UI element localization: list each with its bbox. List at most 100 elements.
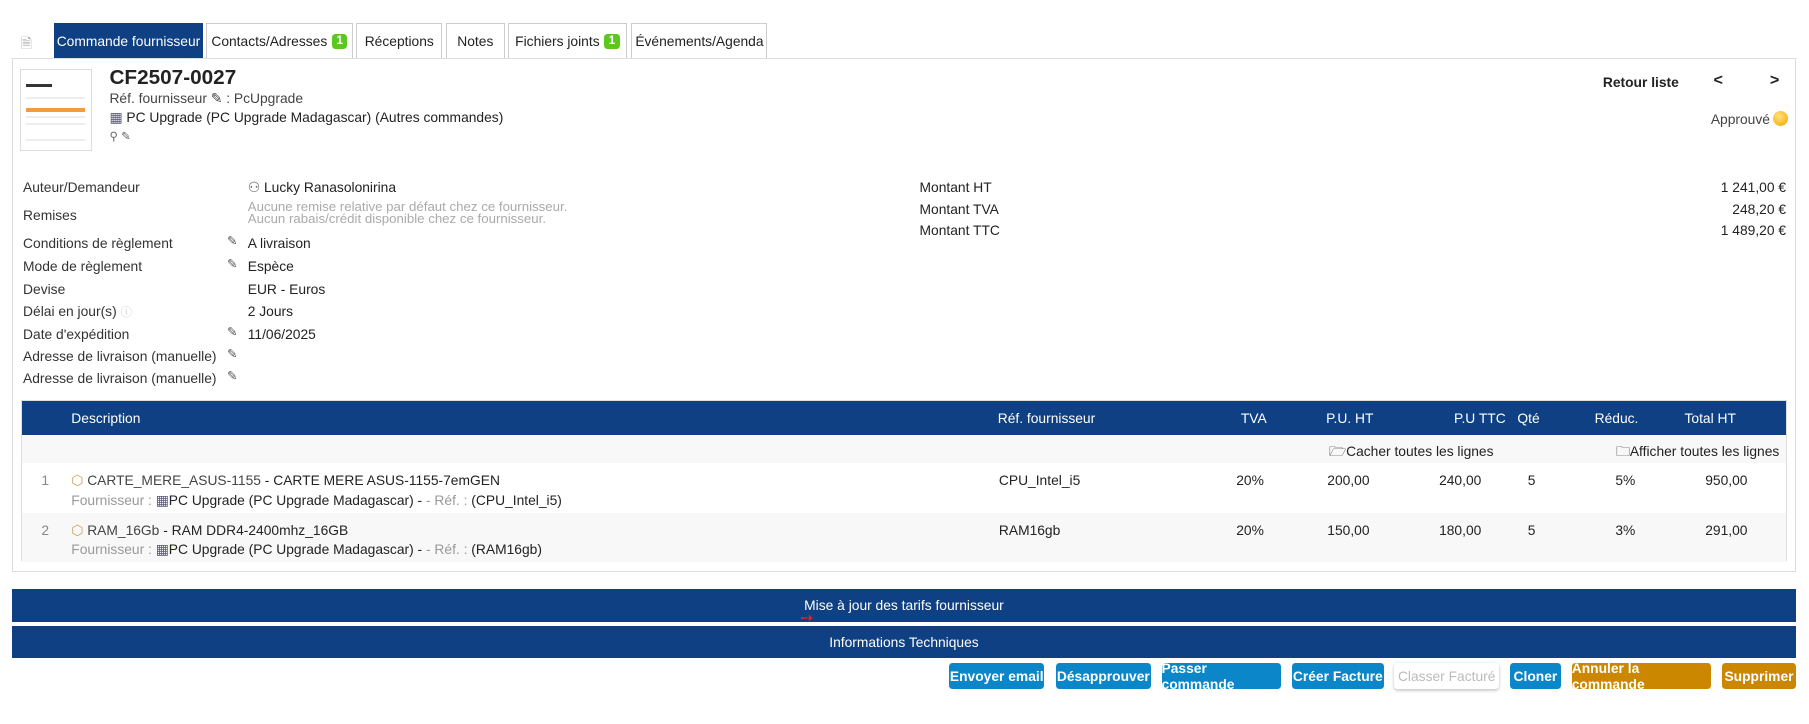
supplier-link[interactable]: PC Upgrade (PC Upgrade Madagascar) [169, 541, 414, 557]
table-toolbar: 🗁Cacher toutes les lignes 🗀Afficher tout… [21, 435, 1787, 465]
folder-open-icon: 🗁 [1328, 443, 1347, 460]
building-icon: ▦ [109, 109, 123, 126]
order-ref: CF2507-0027 [109, 65, 237, 89]
tab-label: Commande fournisseur [56, 33, 201, 50]
send-email-button[interactable]: Envoyer email [949, 662, 1044, 690]
next-record-link[interactable]: > [1770, 71, 1779, 90]
product-name: - RAM DDR4-2400mhz_16GB [163, 521, 349, 538]
building-icon: ▦ [155, 491, 169, 508]
create-invoice-button[interactable]: Créer Facture [1291, 662, 1384, 690]
back-to-list-link[interactable]: Retour liste [1603, 74, 1679, 90]
edit-icon[interactable]: ✎ [227, 256, 238, 271]
field-value: 2 Jours [247, 303, 294, 320]
table-row: 1 ⬡ CARTE_MERE_ASUS-1155 - CARTE MERE AS… [21, 463, 1787, 513]
author-value: ⚇ Lucky Ranasolonirina [248, 179, 396, 196]
building-icon: ▦ [155, 541, 169, 558]
ref-label: - Réf. : [426, 541, 468, 558]
column-header: Réduc. [1594, 409, 1639, 426]
place-order-button[interactable]: Passer commande [1161, 660, 1282, 692]
previous-record-link[interactable]: < [1713, 71, 1722, 90]
edit-icon[interactable]: ✎ [227, 346, 238, 361]
edit-icon[interactable]: ✎ [227, 233, 238, 248]
total-label: Montant HT [919, 178, 992, 195]
supplier-line: ▦ PC Upgrade (PC Upgrade Madagascar) (Au… [109, 109, 503, 126]
field-label: Remises [23, 207, 77, 224]
technical-info-section[interactable]: Informations Techniques [11, 625, 1797, 658]
hierarchy-icon[interactable]: ⚲ [109, 131, 117, 143]
update-supplier-prices-section[interactable]: Mise à jour des tarifs fournisseur [11, 588, 1797, 623]
table-header: Description Réf. fournisseur TVA P.U. HT… [21, 400, 1787, 436]
status-dot-icon [1773, 111, 1789, 127]
column-header: P.U. HT [1326, 409, 1374, 426]
tab-notes[interactable]: Notes [445, 23, 505, 59]
supplier-label: Fournisseur : [71, 541, 152, 558]
field-label: Auteur/Demandeur [23, 178, 140, 195]
author-link[interactable]: Lucky Ranasolonirina [264, 179, 396, 195]
ref-value: (CPU_Intel_i5) [471, 491, 562, 508]
product-name: - CARTE MERE ASUS-1155-7emGEN [264, 472, 500, 489]
hide-all-lines-link[interactable]: 🗁Cacher toutes les lignes [1329, 441, 1494, 465]
tab-contacts[interactable]: Contacts/Adresses 1 [206, 23, 353, 59]
supplier-ref-cell: CPU_Intel_i5 [998, 472, 1081, 489]
tab-fichiers[interactable]: Fichiers joints 1 [508, 23, 627, 59]
field-label-text: Délai en jour(s) [23, 303, 117, 320]
other-orders-link[interactable]: (Autres commandes) [375, 109, 503, 125]
clone-button[interactable]: Cloner [1509, 662, 1562, 690]
supplier-link[interactable]: PC Upgrade (PC Upgrade Madagascar) [169, 492, 414, 508]
edit-icon[interactable]: ✎ [211, 90, 223, 106]
field-value: A livraison [247, 235, 311, 252]
info-icon: ⓘ [120, 307, 133, 320]
unit-price-cell: 200,00 [1327, 472, 1370, 489]
classify-billed-button: Classer Facturé [1394, 662, 1500, 690]
vat-cell: 20% [1236, 472, 1264, 489]
field-label: Date d'expédition [23, 326, 130, 343]
total-cell: 950,00 [1705, 472, 1748, 489]
folder-icon: 🗀 [1616, 443, 1630, 460]
total-value: 1 241,00 € [1720, 178, 1787, 195]
edit-icon[interactable]: ✎ [121, 131, 131, 143]
line-number: 1 [41, 472, 49, 489]
edit-icon[interactable]: ✎ [227, 324, 238, 339]
tab-label: Réceptions [364, 33, 434, 50]
count-badge: 1 [331, 33, 348, 49]
supplier-ref-value: : PcUpgrade [226, 89, 303, 106]
field-label: Adresse de livraison (manuelle) [23, 369, 217, 386]
tab-agenda[interactable]: Événements/Agenda [631, 23, 768, 59]
show-all-lines-link[interactable]: 🗀Afficher toutes les lignes [1616, 441, 1779, 465]
delete-button[interactable]: Supprimer [1721, 662, 1797, 690]
edit-icon[interactable]: ✎ [227, 368, 238, 383]
total-value: 1 489,20 € [1720, 222, 1787, 239]
tab-label: Notes [457, 33, 494, 50]
product-label: ⬡ RAM_16Gb - RAM DDR4-2400mhz_16GB [71, 522, 348, 539]
supplier-link[interactable]: PC Upgrade (PC Upgrade Madagascar) [126, 109, 371, 125]
column-header: P.U TTC [1454, 409, 1506, 426]
tab-receptions[interactable]: Réceptions [356, 23, 443, 59]
field-value: 11/06/2025 [247, 326, 316, 343]
tab-label: Contacts/Adresses [211, 33, 328, 50]
unit-price-ttc-cell: 180,00 [1439, 521, 1482, 538]
field-label: Mode de règlement [23, 258, 143, 275]
field-value: Espèce [247, 258, 294, 275]
unit-price-ttc-cell: 240,00 [1439, 472, 1482, 489]
document-icon: 🗎 [20, 35, 32, 52]
qty-cell: 5 [1527, 521, 1536, 538]
product-label: ⬡ CARTE_MERE_ASUS-1155 - CARTE MERE ASUS… [71, 472, 500, 489]
disapprove-button[interactable]: Désapprouver [1055, 662, 1152, 690]
column-header: Réf. fournisseur [997, 409, 1096, 426]
tab-label: Événements/Agenda [635, 33, 764, 50]
credit-line: Aucun rabais/crédit disponible chez ce f… [247, 211, 547, 227]
tab-commande-fournisseur[interactable]: Commande fournisseur [54, 23, 203, 59]
column-header: Qté [1517, 409, 1540, 426]
product-code-link[interactable]: RAM_16Gb [87, 522, 159, 538]
status-label: Approuvé [1710, 110, 1770, 127]
field-label: Délai en jour(s) ⓘ [23, 303, 132, 320]
cancel-order-button[interactable]: Annuler la commande [1571, 660, 1712, 692]
field-label: Conditions de règlement [23, 235, 173, 252]
document-thumbnail[interactable] [19, 69, 93, 151]
supplier-ref-label: Réf. fournisseur [109, 89, 207, 106]
product-icon: ⬡ [71, 521, 84, 538]
column-header: Description [71, 409, 141, 426]
column-header: Total HT [1684, 409, 1736, 426]
product-code-link[interactable]: CARTE_MERE_ASUS-1155 [87, 472, 261, 488]
supplier-label: Fournisseur : [71, 491, 152, 508]
